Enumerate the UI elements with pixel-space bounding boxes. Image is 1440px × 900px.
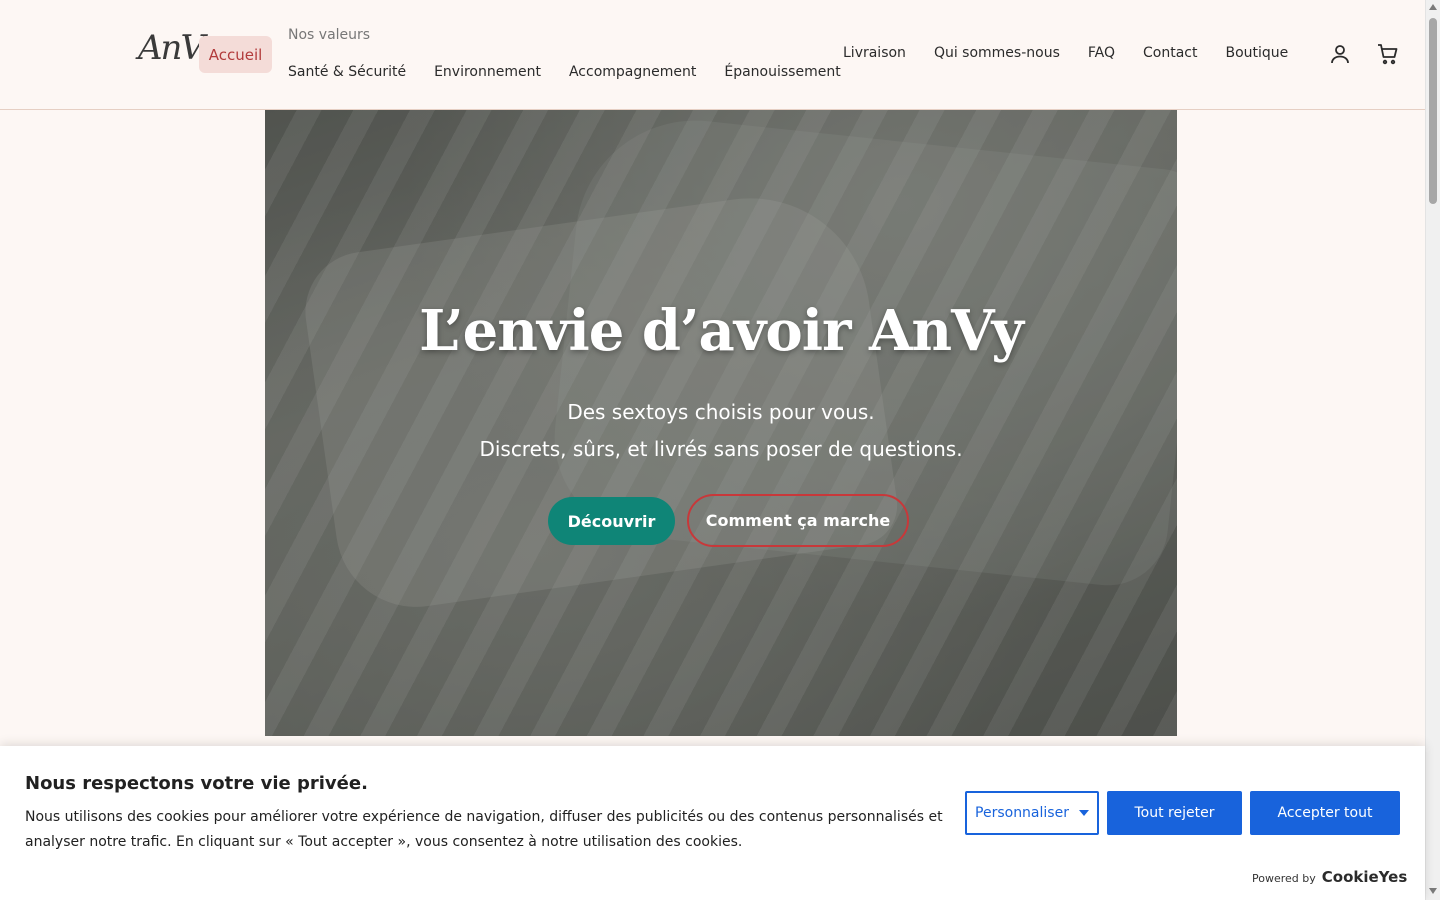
nav-accompagnement[interactable]: Accompagnement bbox=[569, 64, 696, 80]
cart-icon[interactable] bbox=[1376, 42, 1400, 66]
hero-content: L’envie d’avoir AnVy Des sextoys choisis… bbox=[265, 110, 1177, 736]
discover-button[interactable]: Découvrir bbox=[548, 497, 675, 545]
main-nav: Livraison Qui sommes-nous FAQ Contact Bo… bbox=[843, 45, 1288, 61]
cookieyes-logo: CookieYes bbox=[1321, 868, 1408, 886]
cookie-title: Nous respectons votre vie privée. bbox=[25, 773, 368, 794]
customize-button[interactable]: Personnaliser bbox=[965, 791, 1099, 835]
hero-subtitle-line2: Discrets, sûrs, et livrés sans poser de … bbox=[479, 437, 963, 461]
nav-contact[interactable]: Contact bbox=[1143, 45, 1197, 61]
hero-title: L’envie d’avoir AnVy bbox=[419, 298, 1024, 364]
caret-down-icon bbox=[1078, 810, 1089, 816]
nav-livraison[interactable]: Livraison bbox=[843, 45, 906, 61]
nav-home-link[interactable]: Accueil bbox=[199, 36, 272, 73]
accept-all-button[interactable]: Accepter tout bbox=[1250, 791, 1400, 835]
user-icon[interactable] bbox=[1328, 42, 1352, 66]
powered-by-label: Powered by bbox=[1252, 872, 1316, 885]
cookie-text: Nous utilisons des cookies pour améliore… bbox=[25, 809, 943, 850]
cookie-banner: Nous respectons votre vie privée. Nous u… bbox=[0, 746, 1425, 900]
nav-faq[interactable]: FAQ bbox=[1088, 45, 1115, 61]
nav-sante-securite[interactable]: Santé & Sécurité bbox=[288, 64, 406, 80]
scrollbar-thumb[interactable] bbox=[1429, 18, 1437, 204]
nav-environnement[interactable]: Environnement bbox=[434, 64, 541, 80]
values-menu: Santé & Sécurité Environnement Accompagn… bbox=[288, 64, 841, 80]
hero-subtitle-line1: Des sextoys choisis pour vous. bbox=[567, 400, 875, 424]
nav-qui-sommes-nous[interactable]: Qui sommes-nous bbox=[934, 45, 1060, 61]
reject-all-button[interactable]: Tout rejeter bbox=[1107, 791, 1242, 835]
values-menu-title: Nos valeurs bbox=[288, 27, 371, 43]
site-header: AnVy Accueil Nos valeurs Santé & Sécurit… bbox=[0, 0, 1425, 110]
hero-banner: L’envie d’avoir AnVy Des sextoys choisis… bbox=[265, 110, 1177, 736]
page-scrollbar[interactable] bbox=[1425, 0, 1440, 900]
scroll-down-arrow-icon[interactable] bbox=[1429, 888, 1437, 894]
nav-epanouissement[interactable]: Épanouissement bbox=[724, 64, 840, 80]
powered-by[interactable]: Powered by CookieYes bbox=[1252, 868, 1407, 886]
nav-boutique[interactable]: Boutique bbox=[1225, 45, 1288, 61]
how-it-works-button[interactable]: Comment ça marche bbox=[687, 494, 909, 547]
customize-label: Personnaliser bbox=[975, 805, 1069, 821]
scroll-up-arrow-icon[interactable] bbox=[1429, 4, 1437, 10]
